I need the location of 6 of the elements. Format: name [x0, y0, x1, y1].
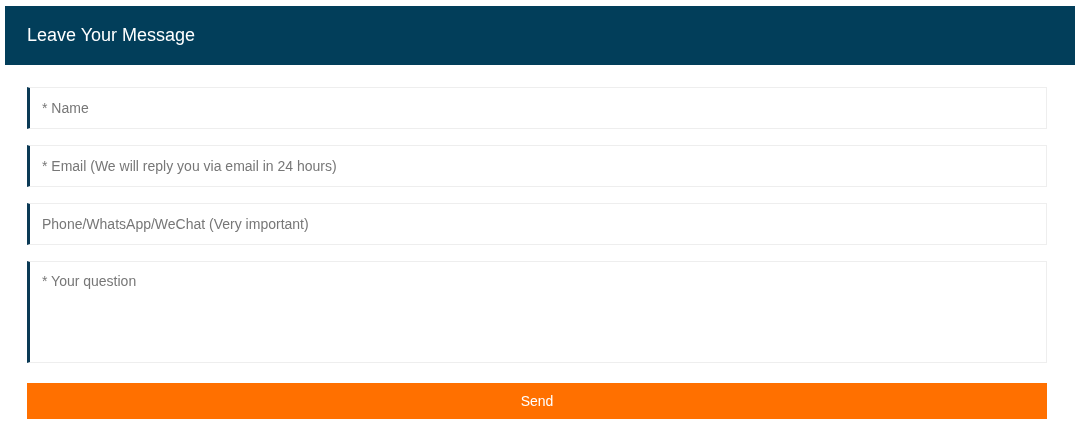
- question-field[interactable]: * Your question: [27, 261, 1047, 363]
- input-field[interactable]: * Name: [27, 87, 1047, 129]
- form-title: Leave Your Message: [27, 25, 196, 46]
- input-field[interactable]: Phone/WhatsApp/WeChat (Very important): [27, 203, 1047, 245]
- send-button[interactable]: Send: [27, 383, 1047, 419]
- input-field[interactable]: * Email (We will reply you via email in 24 hours): [27, 145, 1047, 187]
